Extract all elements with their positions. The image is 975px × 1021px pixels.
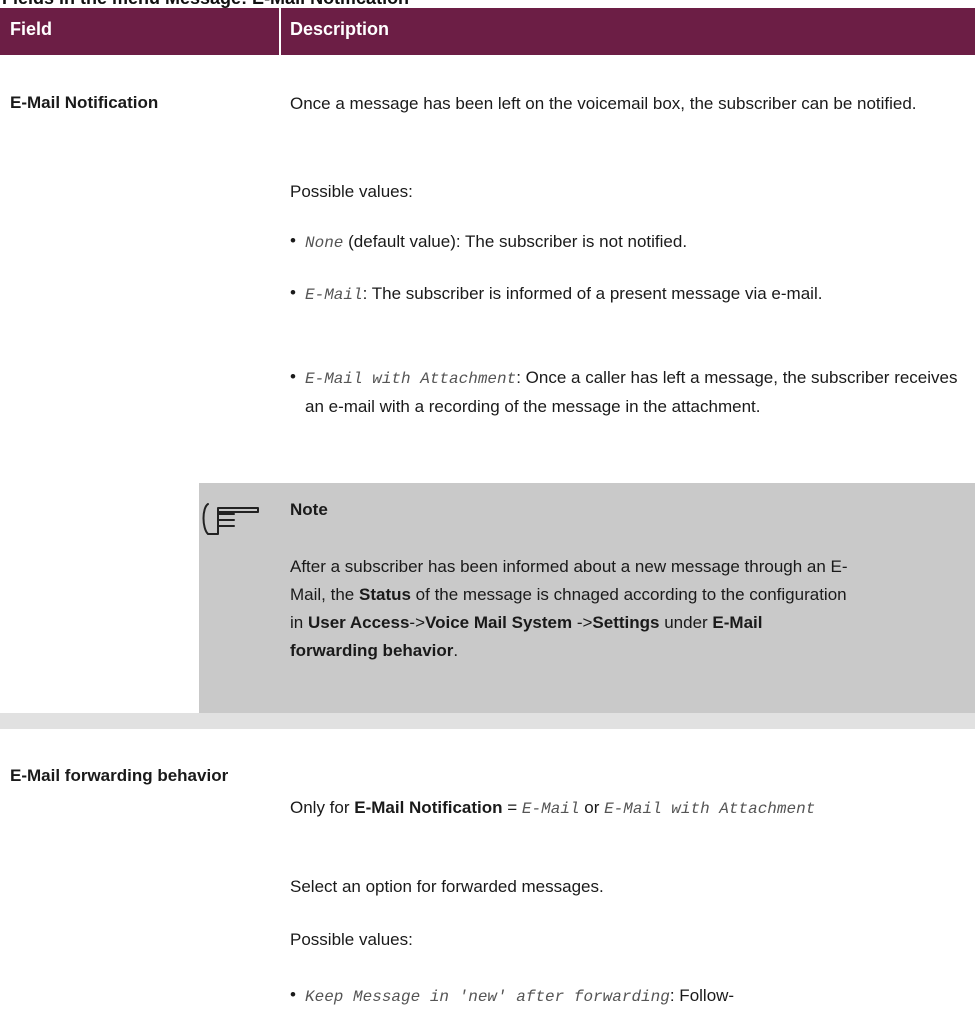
- header-divider: [279, 8, 281, 55]
- row1-option-email: E-Mail: The subscriber is informed of a …: [305, 284, 823, 304]
- row1-field-name: E-Mail Notification: [10, 93, 159, 112]
- row1-option-none: None (default value): The subscriber is …: [305, 232, 688, 252]
- row-separator: [0, 713, 975, 729]
- table-caption: Fields in the menu Message: E-Mail Notif…: [2, 0, 702, 8]
- bullet: •: [290, 231, 296, 250]
- bullet: •: [290, 985, 296, 1004]
- table-header: Field Description: [0, 8, 975, 55]
- row2-select-text: Select an option for forwarded messages.: [290, 877, 604, 896]
- row1-possible-values: Possible values:: [290, 182, 413, 201]
- row2-field-name: E-Mail forwarding behavior: [10, 766, 229, 785]
- header-field: Field: [10, 19, 53, 39]
- row1-description: Once a message has been left on the voic…: [290, 94, 917, 113]
- pointing-hand-icon: [202, 503, 259, 535]
- bullet: •: [290, 367, 296, 386]
- row1-option-email-attachment: E-Mail with Attachment: Once a caller ha…: [305, 368, 958, 416]
- bullet: •: [290, 283, 296, 302]
- row1-field-cell: [0, 55, 279, 483]
- note-title: Note: [290, 500, 328, 519]
- note-body: After a subscriber has been informed abo…: [290, 557, 848, 660]
- row2-only-for: Only for E-Mail Notification = E-Mail or…: [290, 798, 816, 818]
- header-description: Description: [290, 19, 390, 39]
- row2-option-keep-new: Keep Message in 'new' after forwarding: …: [305, 986, 735, 1006]
- row2-possible-values: Possible values:: [290, 930, 413, 949]
- note-left-spacer: [0, 483, 199, 713]
